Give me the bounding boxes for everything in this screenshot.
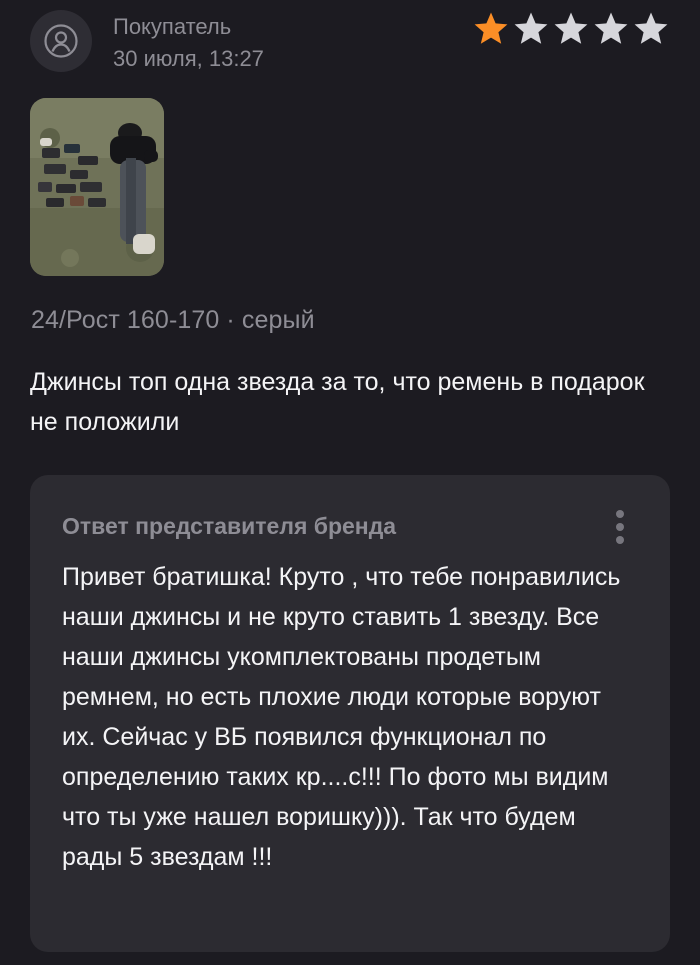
dot [616, 510, 624, 518]
star-empty-icon [592, 10, 630, 48]
review-date: 30 июля, 13:27 [113, 46, 264, 71]
author-name: Покупатель [113, 14, 232, 39]
reply-text: Привет братишка! Круто , что тебе понрав… [62, 563, 621, 871]
rating-stars [472, 10, 670, 48]
star-filled-icon [472, 10, 510, 48]
product-variant: 24/Рост 160-170 · серый [31, 306, 315, 334]
star-empty-icon [552, 10, 590, 48]
user-icon [44, 24, 78, 58]
brand-reply: Ответ представителя бренда Привет братиш… [30, 475, 670, 952]
star-empty-icon [512, 10, 550, 48]
reply-title: Ответ представителя бренда [62, 513, 397, 539]
dot [616, 536, 624, 544]
review-card: Покупатель 30 июля, 13:27 24/Рост 160-17… [0, 0, 700, 965]
photo-image [30, 98, 164, 276]
avatar[interactable] [30, 10, 92, 72]
star-empty-icon [632, 10, 670, 48]
review-text: Джинсы топ одна звезда за то, что ремень… [30, 368, 645, 436]
review-photo[interactable] [30, 98, 164, 276]
more-vertical-icon[interactable] [610, 507, 630, 547]
dot [616, 523, 624, 531]
